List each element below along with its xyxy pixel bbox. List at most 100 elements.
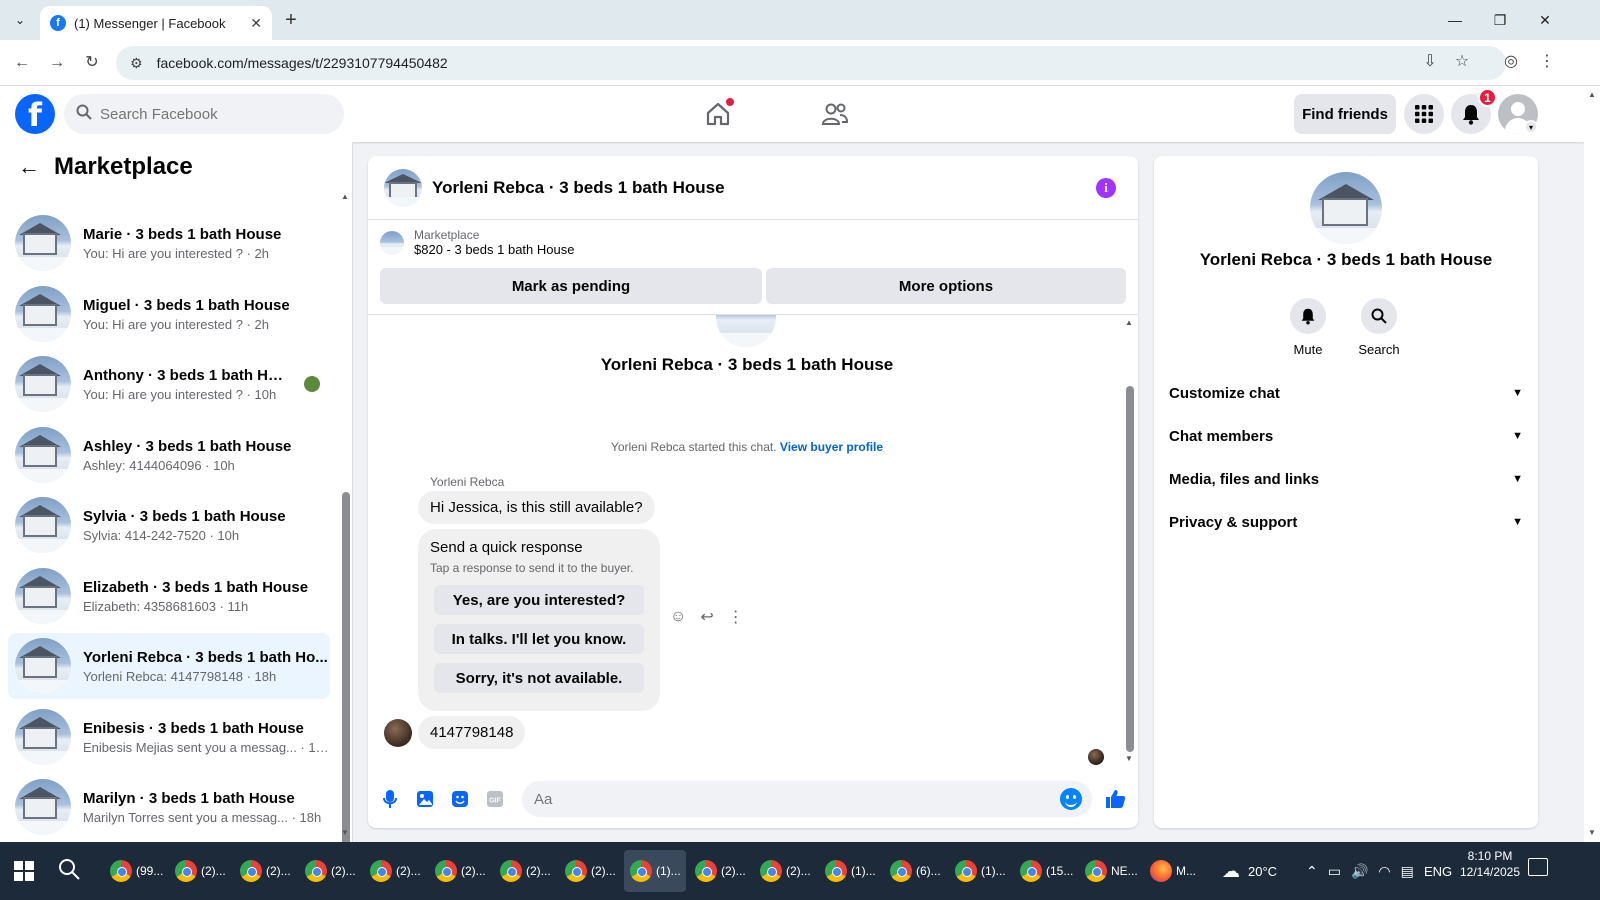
taskbar-chrome-window[interactable]: (2)...	[494, 850, 556, 892]
conversation-item[interactable]: Enibesis · 3 beds 1 bath House Enibesis M…	[8, 704, 330, 770]
conversation-item[interactable]: Marie · 3 beds 1 bath House You: Hi are y…	[8, 210, 330, 276]
chat-scrollbar[interactable]: ▲ ▼	[1124, 318, 1134, 766]
scroll-up-icon[interactable]: ▲	[1588, 90, 1596, 99]
conversation-item[interactable]: Elizabeth · 3 beds 1 bath House Elizabeth…	[8, 563, 330, 629]
sticker-icon[interactable]	[449, 788, 471, 810]
mute-action[interactable]: Mute	[1278, 298, 1338, 357]
quick-response-button[interactable]: In talks. I'll let you know.	[434, 624, 644, 654]
conversation-item[interactable]: Sylvia · 3 beds 1 bath House Sylvia: 414-…	[8, 492, 330, 558]
conversation-item[interactable]: Ashley · 3 beds 1 bath House Ashley: 4144…	[8, 422, 330, 488]
conversation-item[interactable]: Marilyn · 3 beds 1 bath House Marilyn Tor…	[8, 774, 330, 840]
search-action[interactable]: Search	[1349, 298, 1409, 357]
scrollbar-thumb[interactable]	[1126, 386, 1134, 752]
privacy-support-row[interactable]: Privacy & support ▼	[1169, 503, 1523, 541]
minimize-icon[interactable]: —	[1440, 8, 1470, 32]
conversation-item-active[interactable]: Yorleni Rebca · 3 beds 1 bath Ho... Yorle…	[8, 633, 330, 699]
reply-icon[interactable]: ↩	[700, 607, 713, 627]
menu-grid-icon[interactable]	[1404, 94, 1444, 134]
taskbar-search-icon[interactable]	[58, 858, 80, 886]
taskbar-chrome-window[interactable]: (1)...	[819, 850, 881, 892]
taskbar-chrome-window[interactable]: (2)...	[234, 850, 296, 892]
search-magnifier-icon[interactable]	[1361, 298, 1397, 334]
tray-overflow-icon[interactable]: ⌃	[1306, 863, 1318, 880]
volume-icon[interactable]: 🔊	[1351, 863, 1368, 880]
taskbar-clock[interactable]: 8:10 PM 12/14/2025	[1448, 848, 1532, 880]
taskbar-chrome-window-active[interactable]: (1)...	[624, 850, 686, 892]
taskbar-chrome-window[interactable]: (2)...	[559, 850, 621, 892]
taskbar-chrome-window[interactable]: (2)...	[754, 850, 816, 892]
emoji-icon[interactable]	[1060, 788, 1082, 810]
taskbar-chrome-window[interactable]: (2)...	[364, 850, 426, 892]
taskbar-chrome-window[interactable]: (2)...	[169, 850, 231, 892]
quick-response-button[interactable]: Sorry, it's not available.	[434, 663, 644, 693]
back-arrow-icon[interactable]: ←	[18, 154, 40, 180]
scroll-up-icon[interactable]: ▲	[341, 192, 349, 201]
tab-search-dropdown-icon[interactable]: ⌄	[8, 8, 32, 32]
message-bubble[interactable]: Hi Jessica, is this still available?	[418, 491, 655, 524]
conversation-item[interactable]: Miguel · 3 beds 1 bath House You: Hi are …	[8, 281, 330, 347]
conversation-item[interactable]: Anthony · 3 beds 1 bath House You: Hi are…	[8, 351, 330, 417]
more-options-button[interactable]: More options	[766, 268, 1126, 304]
taskbar-chrome-window[interactable]: NE...	[1079, 850, 1141, 892]
quick-response-button[interactable]: Yes, are you interested?	[434, 585, 644, 615]
sidebar-scrollbar[interactable]: ▲ ▼	[340, 192, 350, 842]
taskbar-chrome-window[interactable]: (6)...	[884, 850, 946, 892]
site-settings-icon[interactable]: ⚙	[130, 55, 143, 72]
network-icon[interactable]: ▤	[1401, 863, 1414, 880]
battery-icon[interactable]: ▭	[1328, 863, 1341, 880]
browser-menu-icon[interactable]: ⋮	[1535, 51, 1559, 71]
wifi-icon[interactable]: ◠	[1378, 863, 1390, 880]
mark-as-pending-button[interactable]: Mark as pending	[380, 268, 762, 304]
friends-nav-icon[interactable]	[815, 98, 855, 130]
scrollbar-thumb[interactable]	[342, 492, 350, 842]
windows-start-icon[interactable]	[14, 861, 34, 881]
taskbar-chrome-window[interactable]: (99...	[104, 850, 166, 892]
message-bubble[interactable]: 4147798148	[418, 716, 526, 749]
facebook-logo-icon[interactable]: f	[15, 94, 55, 134]
info-icon[interactable]: i	[1096, 178, 1116, 198]
scroll-down-icon[interactable]: ▼	[341, 828, 349, 837]
taskbar-firefox-window[interactable]: M...	[1144, 850, 1206, 892]
scroll-down-icon[interactable]: ▼	[1125, 754, 1133, 763]
taskbar-chrome-window[interactable]: (15...	[1014, 850, 1076, 892]
facebook-search-box[interactable]	[64, 94, 344, 134]
microphone-icon[interactable]	[379, 788, 401, 810]
address-bar[interactable]: ⚙ facebook.com/messages/t/22931077944504…	[116, 46, 1506, 80]
more-actions-icon[interactable]: ⋮	[728, 607, 744, 627]
tab-close-icon[interactable]: ✕	[250, 15, 262, 32]
message-input-box[interactable]	[522, 781, 1092, 817]
taskbar-chrome-window[interactable]: (2)...	[689, 850, 751, 892]
message-input[interactable]	[534, 790, 1034, 808]
page-scrollbar[interactable]: ▲ ▼	[1584, 86, 1600, 842]
photo-icon[interactable]	[414, 788, 436, 810]
weather-widget[interactable]: ☁ 20°C	[1222, 842, 1277, 900]
taskbar-chrome-window[interactable]: (1)...	[949, 850, 1011, 892]
like-thumbs-up-icon[interactable]	[1104, 788, 1126, 810]
taskbar-chrome-window[interactable]: (2)...	[429, 850, 491, 892]
window-close-icon[interactable]: ✕	[1530, 8, 1560, 32]
back-icon[interactable]: ←	[10, 51, 34, 75]
action-center-icon[interactable]	[1528, 858, 1548, 876]
scroll-up-icon[interactable]: ▲	[1125, 318, 1133, 327]
reload-icon[interactable]: ↻	[80, 51, 104, 75]
facebook-search-input[interactable]	[100, 105, 320, 123]
new-tab-icon[interactable]: +	[280, 9, 302, 31]
taskbar-chrome-window[interactable]: (2)...	[299, 850, 361, 892]
profile-icon[interactable]: ◎	[1499, 51, 1523, 71]
media-files-links-row[interactable]: Media, files and links ▼	[1169, 460, 1523, 498]
view-buyer-profile-link[interactable]: View buyer profile	[780, 440, 883, 454]
gif-icon[interactable]: GIF	[484, 788, 506, 810]
chat-members-row[interactable]: Chat members ▼	[1169, 417, 1523, 455]
chat-title[interactable]: Yorleni Rebca · 3 beds 1 bath House	[432, 178, 725, 198]
browser-tab-messenger[interactable]: f (1) Messenger | Facebook ✕	[40, 6, 272, 40]
customize-chat-row[interactable]: Customize chat ▼	[1169, 374, 1523, 412]
home-nav-icon[interactable]	[698, 98, 738, 130]
chat-avatar[interactable]	[384, 168, 422, 207]
marketplace-listing-row[interactable]: Marketplace $820 - 3 beds 1 bath House	[380, 228, 574, 257]
notifications-bell-icon[interactable]: 1	[1451, 88, 1497, 134]
find-friends-button[interactable]: Find friends	[1294, 94, 1396, 134]
react-emoji-icon[interactable]: ☺	[670, 608, 686, 626]
scroll-down-icon[interactable]: ▼	[1588, 828, 1596, 837]
restore-icon[interactable]: ❐	[1485, 8, 1515, 32]
account-chevron-icon[interactable]: ▾	[1524, 120, 1538, 134]
